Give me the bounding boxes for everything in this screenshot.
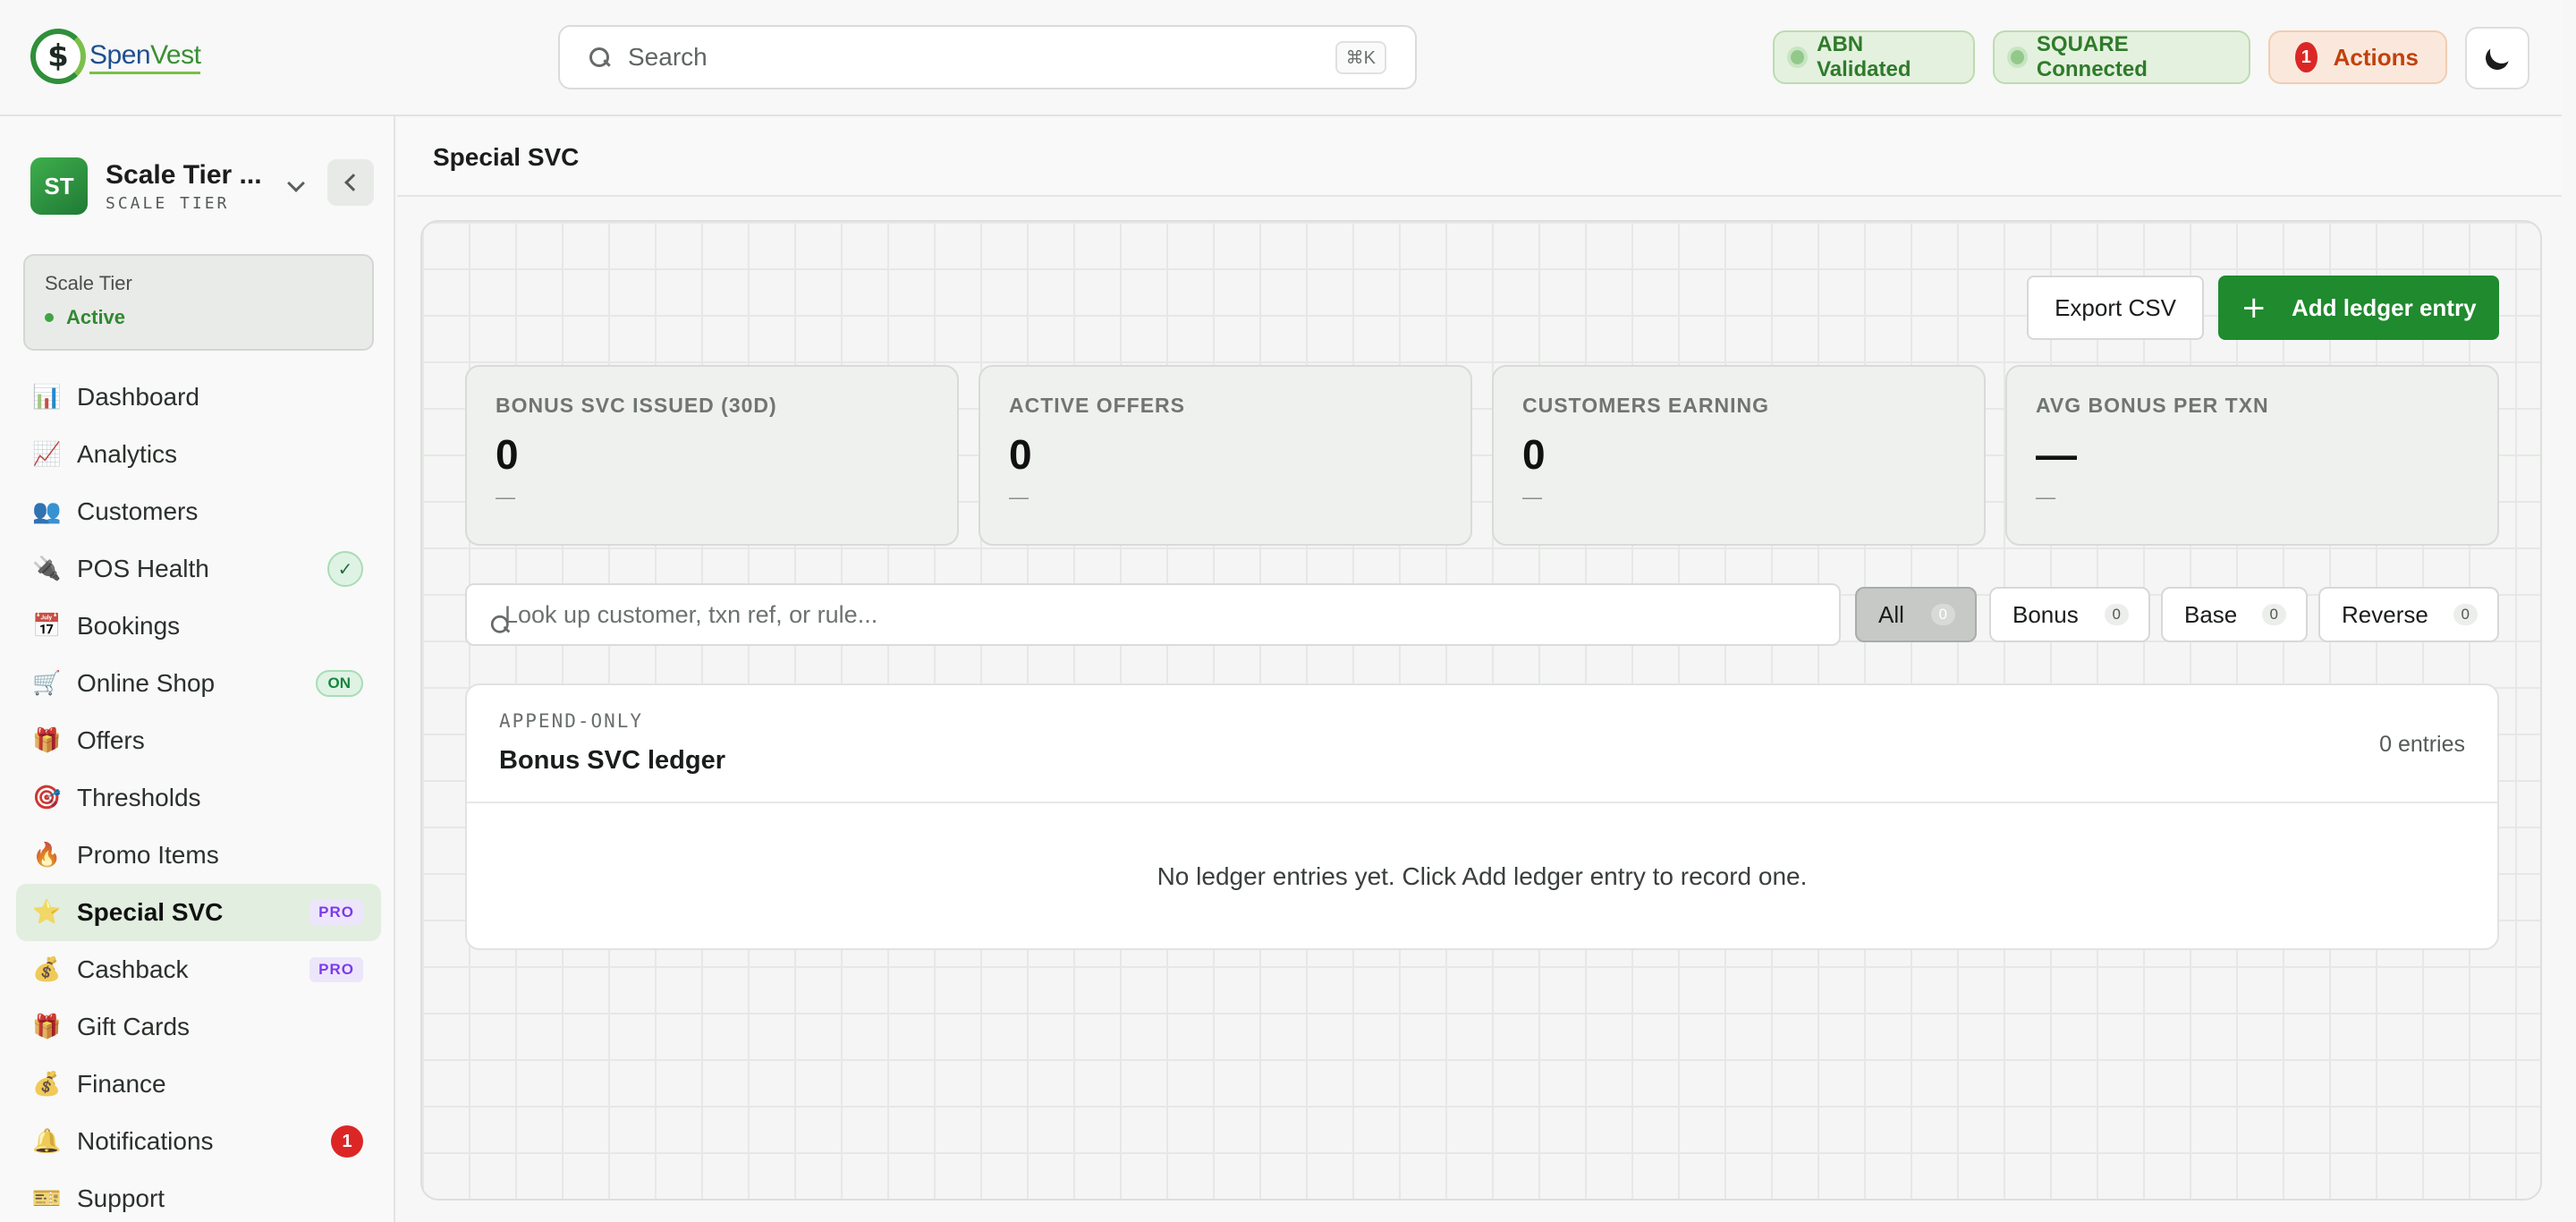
sidebar-item-gift-cards[interactable]: 🎁 Gift Cards	[16, 998, 381, 1056]
calendar-icon: 📅	[32, 613, 62, 640]
sidebar-item-offers[interactable]: 🎁 Offers	[16, 712, 381, 769]
star-icon: ⭐	[32, 899, 62, 926]
sidebar-item-online-shop[interactable]: 🛒 Online Shop ON	[16, 655, 381, 712]
app-root: $ SpenVest Search ⌘K ABN Validated SQUAR…	[0, 0, 2576, 1222]
ledger-empty-state: No ledger entries yet. Click Add ledger …	[1157, 862, 1808, 890]
money-bag-icon: 💰	[32, 1071, 62, 1098]
tier-status: Active	[45, 306, 352, 329]
sidebar-item-promo-items[interactable]: 🔥 Promo Items	[16, 827, 381, 884]
target-icon: 🎯	[32, 785, 62, 811]
users-icon: 👥	[32, 498, 62, 525]
theme-toggle-button[interactable]	[2465, 27, 2529, 89]
filter-chip-base[interactable]: Base 0	[2161, 587, 2308, 642]
sidebar-item-dashboard[interactable]: 📊 Dashboard	[16, 369, 381, 426]
ledger-card: APPEND-ONLY Bonus SVC ledger 0 entries N…	[465, 683, 2499, 950]
tier-title: Scale Tier	[45, 272, 132, 294]
export-csv-button[interactable]: Export CSV	[2027, 276, 2204, 340]
sidebar-nav: 📊 Dashboard 📈 Analytics 👥 Customers 🔌 PO…	[16, 369, 381, 1222]
ledger-title: Bonus SVC ledger	[499, 746, 725, 775]
ticket-icon: 🎫	[32, 1185, 62, 1212]
sidebar-item-pos-health[interactable]: 🔌 POS Health ✓	[16, 540, 381, 598]
stat-card-customers-earning: CUSTOMERS EARNING 0 —	[1492, 365, 1986, 546]
sidebar-item-special-svc[interactable]: ⭐ Special SVC PRO	[16, 884, 381, 941]
moon-icon	[2482, 43, 2512, 72]
search-placeholder: Search	[628, 43, 708, 71]
sidebar-item-support[interactable]: 🎫 Support	[16, 1170, 381, 1222]
filter-chip-all[interactable]: All 0	[1855, 587, 1977, 642]
filter-chip-bonus[interactable]: Bonus 0	[1989, 587, 2150, 642]
ledger-kicker: APPEND-ONLY	[499, 710, 644, 732]
trend-chart-icon: 📈	[32, 441, 62, 468]
ledger-entry-count: 0 entries	[2379, 732, 2465, 757]
dollar-logo-icon: $	[30, 29, 86, 84]
sidebar: ST Scale Tier ... SCALE TIER Scale Tier …	[0, 116, 395, 1222]
sidebar-item-thresholds[interactable]: 🎯 Thresholds	[16, 769, 381, 827]
tier-status-card: Scale Tier Active	[23, 254, 374, 351]
sidebar-item-notifications[interactable]: 🔔 Notifications 1	[16, 1113, 381, 1170]
collapse-sidebar-button[interactable]	[327, 159, 374, 206]
on-badge: ON	[315, 670, 363, 697]
filter-chip-reverse[interactable]: Reverse 0	[2318, 587, 2499, 642]
ledger-header: APPEND-ONLY Bonus SVC ledger 0 entries	[467, 685, 2497, 803]
square-status-badge[interactable]: SQUARE Connected	[1993, 30, 2250, 84]
brand-logo[interactable]: $ SpenVest	[30, 27, 201, 86]
actions-count-badge: 1	[2295, 42, 2318, 72]
status-dot-icon	[2007, 47, 2028, 68]
top-bar: $ SpenVest Search ⌘K ABN Validated SQUAR…	[0, 0, 2562, 116]
sidebar-item-analytics[interactable]: 📈 Analytics	[16, 426, 381, 483]
main-panel: Export CSV + Add ledger entry BONUS SVC …	[420, 220, 2542, 1201]
actions-button[interactable]: 1 Actions	[2268, 30, 2447, 84]
money-bag-icon: 💰	[32, 956, 62, 983]
stat-card-active-offers: ACTIVE OFFERS 0 —	[979, 365, 1472, 546]
pro-badge: PRO	[309, 957, 363, 982]
page-title: Special SVC	[433, 143, 580, 171]
bar-chart-icon: 📊	[32, 384, 62, 411]
tenant-name: Scale Tier ...	[106, 159, 262, 190]
tenant-subtitle: SCALE TIER	[106, 193, 230, 213]
plus-icon: +	[2241, 290, 2267, 326]
ledger-search-input[interactable]: Look up customer, txn ref, or rule...	[465, 583, 1841, 646]
search-icon	[589, 47, 610, 68]
gift-icon: 🎁	[32, 1014, 62, 1040]
check-icon: ✓	[327, 551, 363, 587]
abn-status-badge[interactable]: ABN Validated	[1773, 30, 1975, 84]
notification-count-badge: 1	[331, 1125, 363, 1158]
pro-badge: PRO	[309, 900, 363, 925]
stat-card-bonus-issued: BONUS SVC ISSUED (30D) 0 —	[465, 365, 959, 546]
global-search-input[interactable]: Search ⌘K	[558, 25, 1417, 89]
status-dot-icon	[1787, 47, 1809, 68]
chevron-down-icon[interactable]	[287, 174, 305, 192]
cart-icon: 🛒	[32, 670, 62, 697]
tenant-avatar: ST	[30, 157, 88, 215]
stat-card-avg-bonus: AVG BONUS PER TXN — —	[2005, 365, 2499, 546]
search-shortcut-hint: ⌘K	[1335, 40, 1386, 74]
sidebar-item-finance[interactable]: 💰 Finance	[16, 1056, 381, 1113]
page-header: Special SVC	[397, 118, 2562, 197]
tenant-switcher[interactable]: ST Scale Tier ... SCALE TIER	[30, 156, 374, 216]
sidebar-item-bookings[interactable]: 📅 Bookings	[16, 598, 381, 655]
add-ledger-entry-button[interactable]: + Add ledger entry	[2218, 276, 2499, 340]
gift-icon: 🎁	[32, 727, 62, 754]
sidebar-item-customers[interactable]: 👥 Customers	[16, 483, 381, 540]
fire-icon: 🔥	[32, 842, 62, 869]
brand-name: SpenVest	[89, 39, 201, 74]
plug-icon: 🔌	[32, 556, 62, 582]
bell-icon: 🔔	[32, 1128, 62, 1155]
sidebar-item-cashback[interactable]: 💰 Cashback PRO	[16, 941, 381, 998]
